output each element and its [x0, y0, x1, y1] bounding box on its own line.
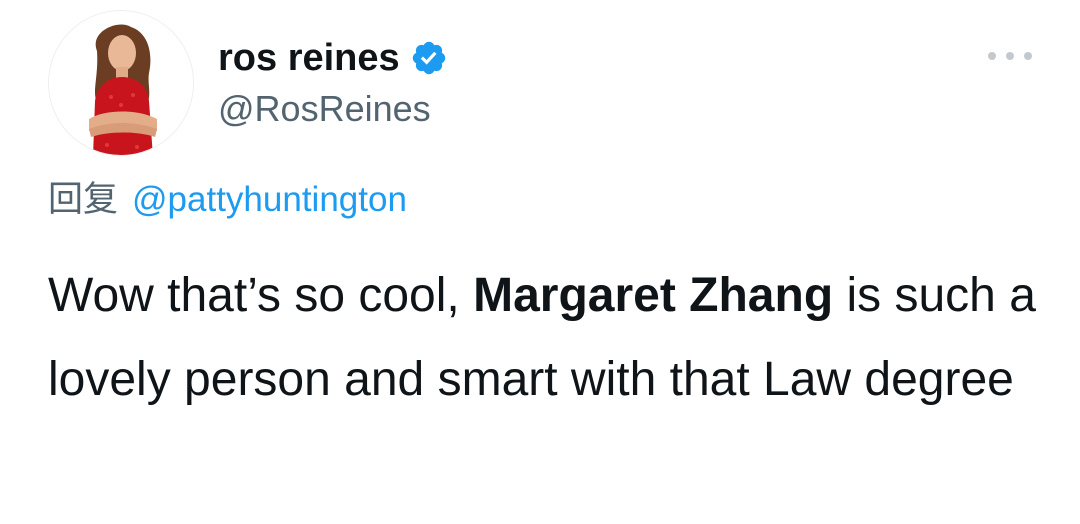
more-dot	[1024, 52, 1032, 60]
author-name-row[interactable]: ros reines	[218, 33, 448, 83]
reply-context: 回复 @pattyhuntington	[48, 176, 407, 224]
display-name[interactable]: ros reines	[218, 33, 400, 83]
tweet-text: Wow that’s so cool, Margaret Zhang is su…	[48, 254, 1058, 422]
avatar[interactable]	[48, 10, 194, 156]
tweet-text-part: Wow that’s so cool,	[48, 269, 474, 322]
reply-mention-link[interactable]: @pattyhuntington	[132, 176, 407, 224]
tweet-bold-name: Margaret Zhang	[473, 269, 834, 322]
more-options-icon[interactable]	[988, 46, 1032, 66]
more-dot	[1006, 52, 1014, 60]
tweet-card[interactable]: ros reines @RosReines 回复 @pattyhuntingto…	[0, 0, 1080, 524]
author-handle[interactable]: @RosReines	[218, 86, 431, 132]
verified-badge-icon	[410, 39, 448, 77]
more-dot	[988, 52, 996, 60]
reply-prefix: 回复	[48, 180, 119, 219]
profile-photo-icon	[49, 11, 193, 155]
